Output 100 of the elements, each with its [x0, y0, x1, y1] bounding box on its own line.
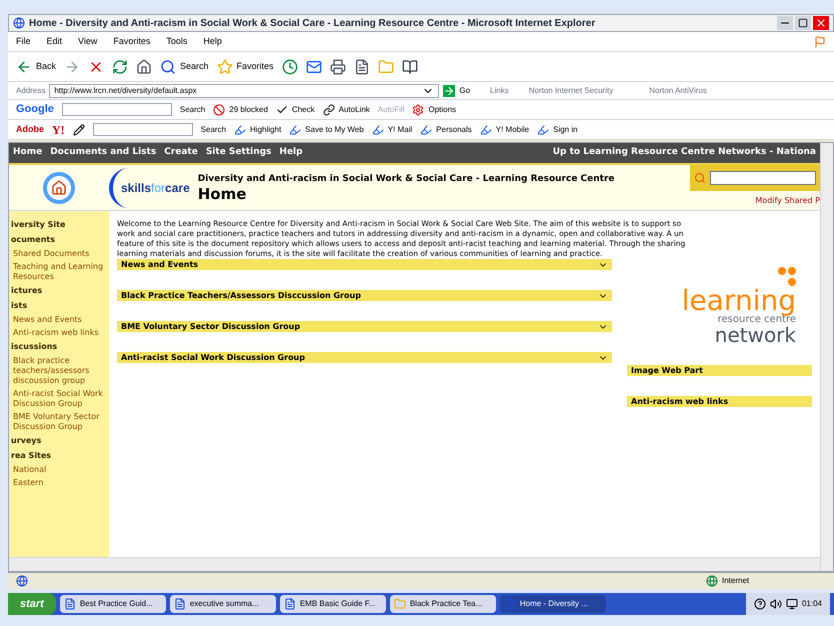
marker-icon: [234, 124, 246, 136]
toolbar-button[interactable]: Sign in: [537, 124, 578, 136]
star-icon: [216, 58, 233, 74]
adobe-logo: Adobe: [16, 122, 44, 136]
toolbar-button[interactable]: [282, 58, 298, 74]
flag-icon: [814, 36, 826, 48]
sidebar-link[interactable]: BME Voluntary Sector Discussion Group: [11, 412, 107, 432]
check-icon: [276, 104, 288, 116]
maximize-icon: [798, 18, 808, 28]
folder-icon: [378, 58, 394, 74]
taskbar-button[interactable]: EMB Basic Guide F...: [280, 595, 386, 613]
document-icon: [284, 598, 296, 610]
start-button[interactable]: start: [8, 593, 56, 615]
sidebar-heading[interactable]: rea Sites: [11, 450, 107, 462]
toolbar-button[interactable]: Back: [16, 58, 56, 74]
toolbar-button[interactable]: [402, 58, 418, 74]
house-icon: [51, 180, 67, 196]
toolbar-button[interactable]: Favorites: [216, 58, 274, 74]
document-icon: [64, 598, 76, 610]
site-title: Diversity and Anti-racism in Social Work & Social Care - Learning Resource Centre: [198, 173, 615, 186]
web-part-header: Black Practice Teachers/Assessors Disccussion Group: [117, 290, 612, 301]
toolbar-button[interactable]: Y! Mobile: [480, 124, 530, 136]
menu-item[interactable]: Favorites: [113, 34, 150, 48]
minimize-button[interactable]: [777, 16, 793, 30]
toolbar-button[interactable]: Search: [160, 58, 209, 74]
web-part-header: Anti-racism web links: [627, 396, 812, 407]
toolbar-button[interactable]: [112, 58, 128, 74]
norton-security-button[interactable]: Norton Internet Security: [528, 84, 614, 96]
nav-link[interactable]: Up to Learning Resource Centre Networks - Nationa: [552, 146, 816, 160]
page-icon: [13, 17, 25, 29]
sidebar-heading[interactable]: ocuments: [11, 234, 107, 246]
toolbar-button[interactable]: Y! Mail: [372, 124, 412, 136]
nav-link[interactable]: Documents and Lists: [50, 146, 156, 160]
address-field[interactable]: http://www.lrcn.net/diversity/default.aspx: [49, 84, 440, 98]
document-icon: [354, 58, 370, 74]
norton-antivirus-button[interactable]: Norton AntiVirus: [649, 84, 707, 96]
toolbar-button[interactable]: [306, 58, 322, 74]
site-logo: skillsforcare: [109, 168, 190, 208]
sidebar-heading[interactable]: ictures: [11, 285, 107, 297]
taskbar-button[interactable]: Home - Diversity ...: [500, 595, 606, 613]
taskbar-button[interactable]: executive summa...: [170, 595, 276, 613]
options-button[interactable]: Options: [412, 104, 456, 116]
site-search-field[interactable]: [690, 165, 820, 191]
help-icon: [754, 598, 766, 610]
nav-link[interactable]: Help: [279, 146, 303, 160]
sidebar-heading[interactable]: iscussions: [11, 341, 107, 353]
marker-icon: [480, 124, 492, 136]
maximize-button[interactable]: [795, 16, 811, 30]
yahoo-search-button[interactable]: Search: [200, 124, 226, 136]
globe-icon: [706, 575, 718, 587]
sidebar-link[interactable]: Black practice teachers/assessors discoussion group: [11, 356, 107, 386]
back-icon: [16, 58, 32, 74]
go-button[interactable]: Go: [443, 84, 470, 96]
toolbar-button[interactable]: Highlight: [234, 124, 282, 136]
toolbar-button[interactable]: [354, 58, 370, 74]
toolbar-button[interactable]: [136, 58, 152, 74]
autolink-button[interactable]: AutoLink: [322, 104, 370, 116]
sidebar-heading[interactable]: iversity Site: [11, 219, 107, 231]
google-search-field[interactable]: [62, 103, 172, 116]
google-logo: Google: [16, 102, 54, 118]
menu-item[interactable]: Edit: [46, 34, 62, 48]
sidebar-link[interactable]: Anti-racism web links: [11, 328, 107, 338]
sidebar-heading[interactable]: ists: [11, 300, 107, 312]
close-button[interactable]: [813, 16, 829, 30]
sidebar-link[interactable]: Teaching and Learning Resources: [11, 262, 107, 282]
menu-item[interactable]: File: [16, 34, 31, 48]
spell-check-button[interactable]: Check: [276, 104, 315, 116]
gear-icon: [412, 104, 424, 116]
toolbar-button[interactable]: Personals: [420, 124, 472, 136]
web-part-header: Image Web Part: [627, 365, 812, 376]
nav-link[interactable]: Home: [13, 146, 42, 160]
taskbar-button[interactable]: Best Practice Guid...: [60, 595, 166, 613]
sidebar-link[interactable]: News and Events: [11, 315, 107, 325]
menu-item[interactable]: View: [78, 34, 98, 48]
web-part-header: Anti-racist Social Work Discussion Group: [117, 352, 612, 363]
nav-link[interactable]: Create: [164, 146, 198, 160]
yahoo-search-field[interactable]: [92, 123, 193, 136]
sidebar-heading[interactable]: urveys: [11, 435, 107, 447]
menu-item[interactable]: Help: [203, 34, 222, 48]
toolbar-button[interactable]: [330, 58, 346, 74]
toolbar-button[interactable]: Save to My Web: [289, 124, 364, 136]
modify-link[interactable]: Modify Shared P: [755, 195, 820, 207]
marker-icon: [420, 124, 432, 136]
zone-label: Internet: [722, 575, 750, 587]
links-button[interactable]: Links: [490, 84, 509, 96]
nav-link[interactable]: Site Settings: [206, 146, 272, 160]
sidebar-link[interactable]: Shared Documents: [11, 249, 107, 259]
menu-item[interactable]: Tools: [166, 34, 188, 48]
web-part-header: BME Voluntary Sector Discussion Group: [117, 321, 612, 332]
sidebar-link[interactable]: Anti-racist Social Work Discussion Group: [11, 389, 107, 409]
speaker-icon: [770, 598, 782, 610]
marker-icon: [372, 124, 384, 136]
marker-icon: [537, 124, 550, 136]
google-search-button[interactable]: Search: [180, 104, 206, 116]
taskbar-button[interactable]: Black Practice Tea...: [390, 595, 496, 613]
window-title: Home - Diversity and Anti-racism in Social Work & Social Care - Learning Resource Centre - Microsoft Internet Explorer: [29, 16, 596, 30]
clock: 01:04: [802, 598, 822, 610]
sidebar-link[interactable]: Eastern: [11, 478, 107, 488]
sidebar-link[interactable]: National: [11, 465, 107, 475]
page-icon: [16, 575, 28, 587]
